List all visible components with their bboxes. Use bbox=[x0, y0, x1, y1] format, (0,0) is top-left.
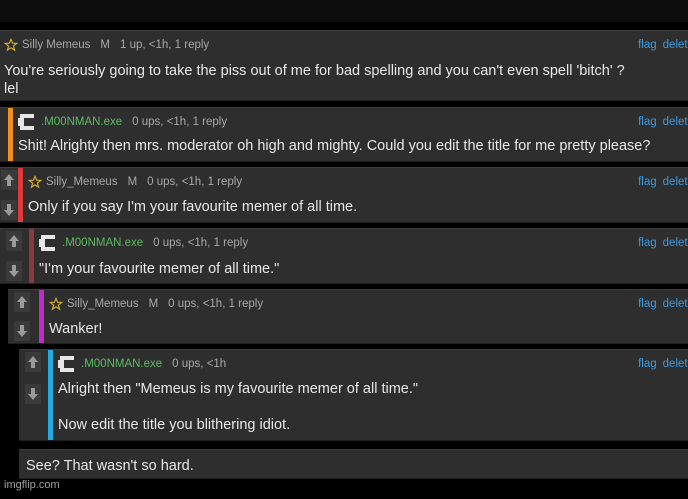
delete-link[interactable]: delete bbox=[663, 358, 688, 370]
vote-controls bbox=[13, 290, 31, 343]
comment-meta: 0 ups, <1h, 1 reply bbox=[132, 116, 228, 128]
comment-body: See? That wasn't so hard. bbox=[22, 450, 688, 478]
upvote-button[interactable] bbox=[25, 352, 41, 372]
comment-body: .M00NMAN.exe 0 ups, <1h flag delete Alri… bbox=[54, 350, 688, 440]
username[interactable]: .M00NMAN.exe bbox=[62, 237, 143, 249]
flag-link[interactable]: flag bbox=[638, 176, 657, 188]
mod-badge: M bbox=[100, 39, 110, 51]
username[interactable]: .M00NMAN.exe bbox=[81, 358, 162, 370]
thread-bar bbox=[18, 168, 23, 222]
pixel-avatar-icon[interactable] bbox=[18, 113, 38, 131]
comment-1: Silly Memeus M 1 up, <1h, 1 reply flag d… bbox=[0, 30, 688, 101]
thread-bar bbox=[29, 229, 34, 283]
comment-text: Alright then "Memeus is my favourite mem… bbox=[58, 381, 419, 397]
vote-controls bbox=[0, 168, 18, 222]
pixel-avatar-icon[interactable] bbox=[58, 355, 78, 373]
username[interactable]: Silly_Memeus bbox=[46, 176, 118, 188]
comment-4: .M00NMAN.exe 0 ups, <1h, 1 reply flag de… bbox=[0, 228, 688, 284]
upvote-button[interactable] bbox=[14, 292, 30, 312]
delete-link[interactable]: delete bbox=[663, 39, 688, 51]
star-icon bbox=[28, 175, 42, 189]
downvote-button[interactable] bbox=[6, 261, 22, 281]
flag-link[interactable]: flag bbox=[638, 39, 657, 51]
comment-header: .M00NMAN.exe 0 ups, <1h bbox=[58, 356, 688, 372]
upvote-button[interactable] bbox=[1, 170, 17, 190]
arrow-up-icon bbox=[9, 235, 19, 247]
arrow-down-icon bbox=[17, 325, 27, 337]
comment-text: See? That wasn't so hard. bbox=[26, 458, 194, 474]
comment-header: Silly Memeus M 1 up, <1h, 1 reply bbox=[4, 37, 688, 53]
comment-6: .M00NMAN.exe 0 ups, <1h flag delete Alri… bbox=[19, 349, 688, 441]
comment-actions: flag delete bbox=[632, 114, 688, 130]
comment-text: You're seriously going to take the piss … bbox=[4, 63, 625, 79]
comment-meta: 0 ups, <1h, 1 reply bbox=[168, 298, 264, 310]
delete-link[interactable]: delete bbox=[663, 298, 688, 310]
comment-actions: flag delete bbox=[632, 356, 688, 372]
comment-2: .M00NMAN.exe 0 ups, <1h, 1 reply flag de… bbox=[0, 107, 688, 162]
arrow-down-icon bbox=[28, 388, 38, 400]
comment-body: .M00NMAN.exe 0 ups, <1h, 1 reply flag de… bbox=[35, 229, 688, 283]
downvote-button[interactable] bbox=[1, 200, 17, 220]
pixel-avatar-icon[interactable] bbox=[39, 234, 59, 252]
thread-bar bbox=[39, 290, 44, 343]
vote-controls bbox=[24, 350, 42, 406]
arrow-up-icon bbox=[28, 356, 38, 368]
comment-meta: 1 up, <1h, 1 reply bbox=[119, 39, 210, 51]
comment-meta: 0 ups, <1h bbox=[172, 358, 227, 370]
arrow-down-icon bbox=[4, 204, 14, 216]
comment-actions: flag delete bbox=[632, 296, 688, 312]
comment-text: Only if you say I'm your favourite memer… bbox=[28, 199, 358, 215]
username[interactable]: Silly_Memeus bbox=[67, 298, 139, 310]
flag-link[interactable]: flag bbox=[638, 298, 657, 310]
comment-actions: flag delete bbox=[632, 235, 688, 251]
comment-actions: flag delete bbox=[632, 174, 688, 190]
username[interactable]: .M00NMAN.exe bbox=[41, 116, 122, 128]
comment-body: Silly Memeus M 1 up, <1h, 1 reply flag d… bbox=[0, 31, 688, 100]
comment-5: Silly_Memeus M 0 ups, <1h, 1 reply flag … bbox=[8, 289, 688, 344]
flag-link[interactable]: flag bbox=[638, 237, 657, 249]
star-icon bbox=[49, 297, 63, 311]
flag-link[interactable]: flag bbox=[638, 116, 657, 128]
downvote-button[interactable] bbox=[14, 321, 30, 341]
username[interactable]: Silly Memeus bbox=[22, 39, 90, 51]
top-bar bbox=[0, 0, 688, 22]
comment-text: Shit! Alrighty then mrs. moderator oh hi… bbox=[18, 138, 651, 154]
comment-header: Silly_Memeus M 0 ups, <1h, 1 reply bbox=[49, 296, 688, 312]
comment-text-line2: Now edit the title you blithering idiot. bbox=[58, 417, 291, 433]
delete-link[interactable]: delete bbox=[663, 237, 688, 249]
mod-badge: M bbox=[148, 298, 159, 310]
comment-actions: flag delete bbox=[632, 37, 688, 53]
upvote-button[interactable] bbox=[6, 231, 22, 251]
comment-meta: 0 ups, <1h, 1 reply bbox=[147, 176, 243, 188]
comment-body: Silly_Memeus M 0 ups, <1h, 1 reply flag … bbox=[45, 290, 688, 343]
comment-header: .M00NMAN.exe 0 ups, <1h, 1 reply bbox=[18, 114, 688, 130]
comment-header: Silly_Memeus M 0 ups, <1h, 1 reply bbox=[28, 174, 688, 190]
comment-body: .M00NMAN.exe 0 ups, <1h, 1 reply flag de… bbox=[14, 108, 688, 161]
star-icon bbox=[4, 38, 18, 52]
flag-link[interactable]: flag bbox=[638, 358, 657, 370]
watermark: imgflip.com bbox=[4, 479, 60, 491]
thread-bar bbox=[48, 350, 53, 440]
comment-7: See? That wasn't so hard. bbox=[19, 449, 688, 479]
comment-text: Wanker! bbox=[49, 321, 103, 337]
arrow-down-icon bbox=[9, 265, 19, 277]
delete-link[interactable]: delete bbox=[663, 176, 688, 188]
comment-text-line2: lel bbox=[4, 81, 19, 97]
delete-link[interactable]: delete bbox=[663, 116, 688, 128]
downvote-button[interactable] bbox=[25, 384, 41, 404]
comment-body: Silly_Memeus M 0 ups, <1h, 1 reply flag … bbox=[24, 168, 688, 222]
arrow-up-icon bbox=[17, 296, 27, 308]
comment-meta: 0 ups, <1h, 1 reply bbox=[153, 237, 249, 249]
comment-text: "I'm your favourite memer of all time." bbox=[39, 261, 280, 277]
arrow-up-icon bbox=[4, 174, 14, 186]
vote-controls bbox=[5, 229, 23, 283]
comment-3: Silly_Memeus M 0 ups, <1h, 1 reply flag … bbox=[0, 167, 688, 223]
comment-header: .M00NMAN.exe 0 ups, <1h, 1 reply bbox=[39, 235, 688, 251]
thread-bar bbox=[8, 108, 13, 161]
mod-badge: M bbox=[127, 176, 138, 188]
